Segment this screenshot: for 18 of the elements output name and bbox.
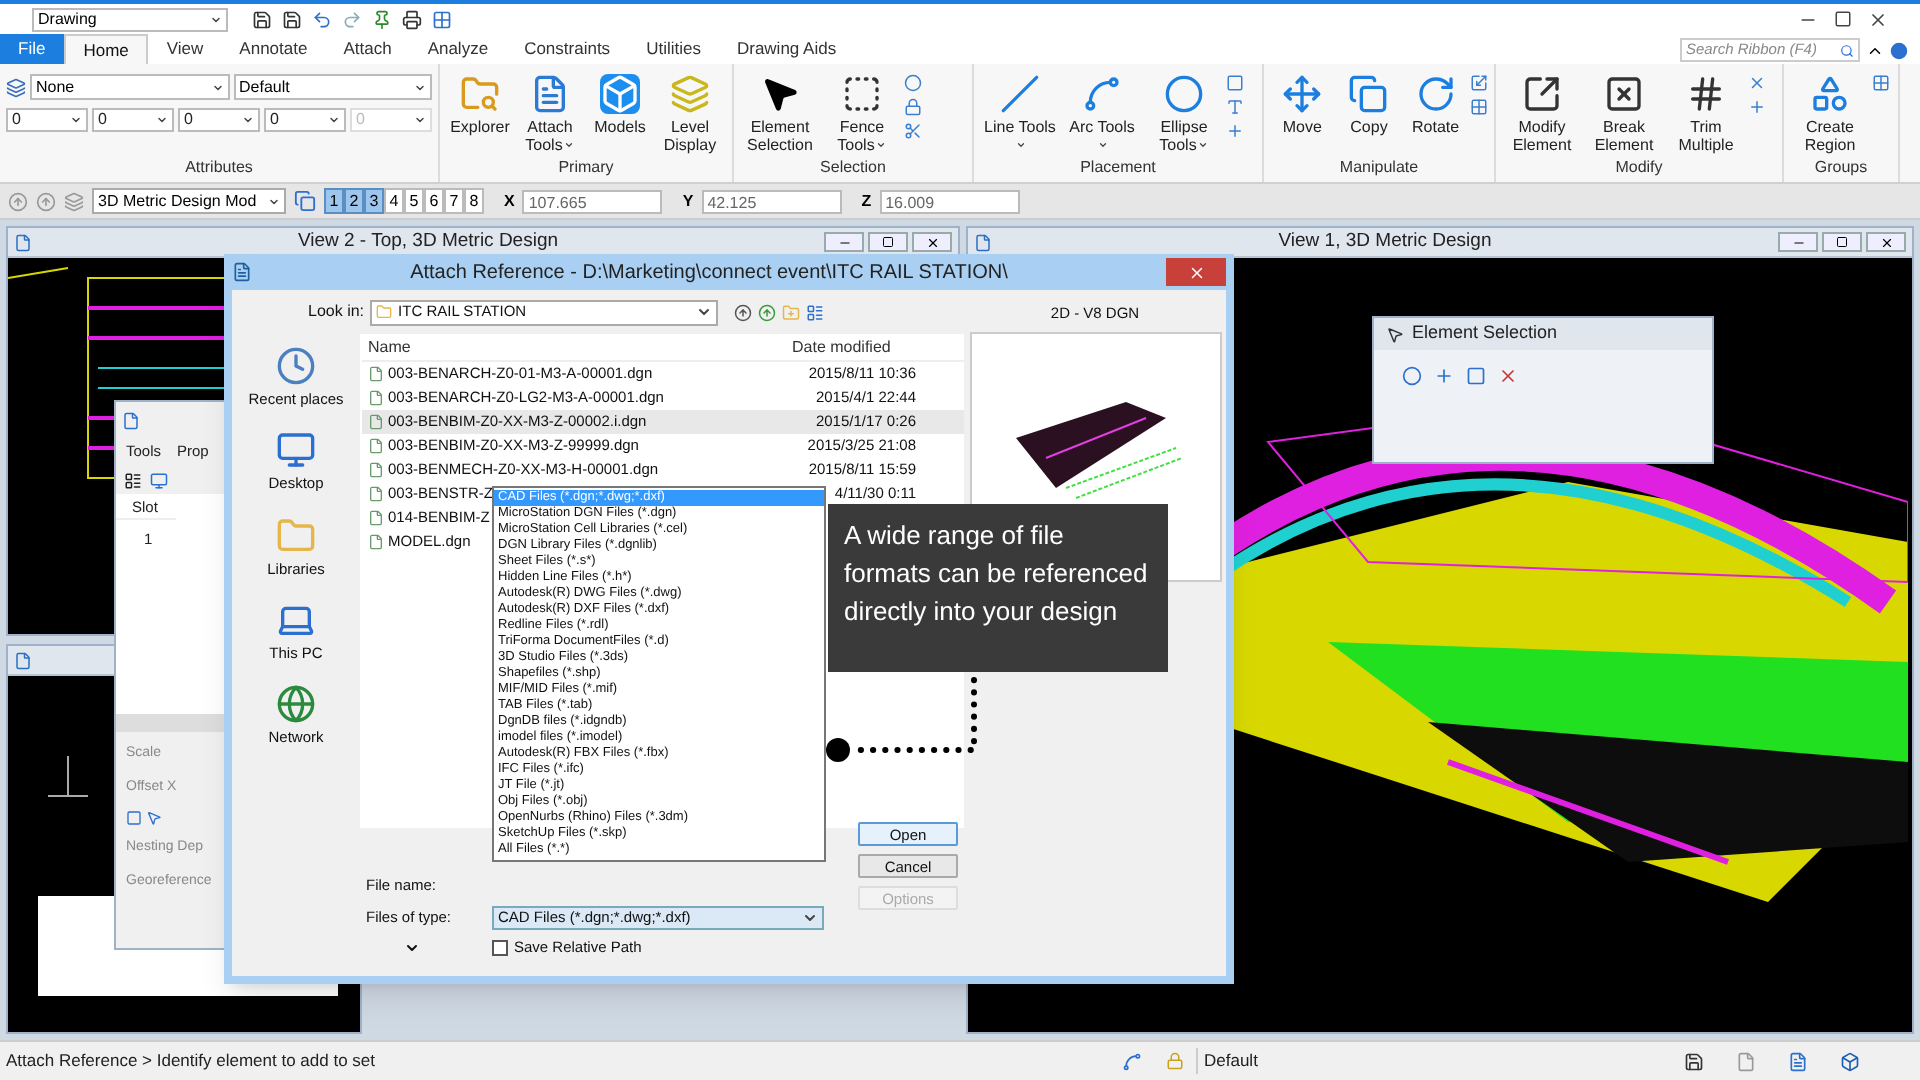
axis-label: X bbox=[504, 189, 515, 213]
axis-label: Y bbox=[682, 189, 694, 213]
group-label: Primary bbox=[556, 156, 616, 180]
group-label: Modify bbox=[1613, 156, 1665, 180]
axis-label: Z bbox=[861, 189, 872, 213]
group-label: Selection bbox=[818, 156, 888, 180]
toolbox-title: Element Selection bbox=[1412, 320, 1558, 347]
status-message: Attach Reference > Identify element to add to set bbox=[4, 1048, 378, 1074]
callout-text: A wide range of file formats can be referenced directly into your design bbox=[844, 520, 1148, 626]
view-title: View 2 - Top, 3D Metric Design bbox=[295, 227, 561, 256]
group-label: Groups bbox=[1812, 156, 1870, 180]
view-title: View 1, 3D Metric Design bbox=[1276, 227, 1494, 256]
group-label: Placement bbox=[1078, 156, 1158, 180]
dialog-title: Attach Reference - D:\Marketing\connect event\ITC RAIL STATION\ bbox=[408, 259, 1010, 287]
group-label: Manipulate bbox=[1337, 156, 1421, 180]
look-in-label: Look in: bbox=[308, 300, 365, 324]
group-label: Attributes bbox=[183, 156, 255, 180]
active-level: Default bbox=[1196, 1048, 1376, 1074]
